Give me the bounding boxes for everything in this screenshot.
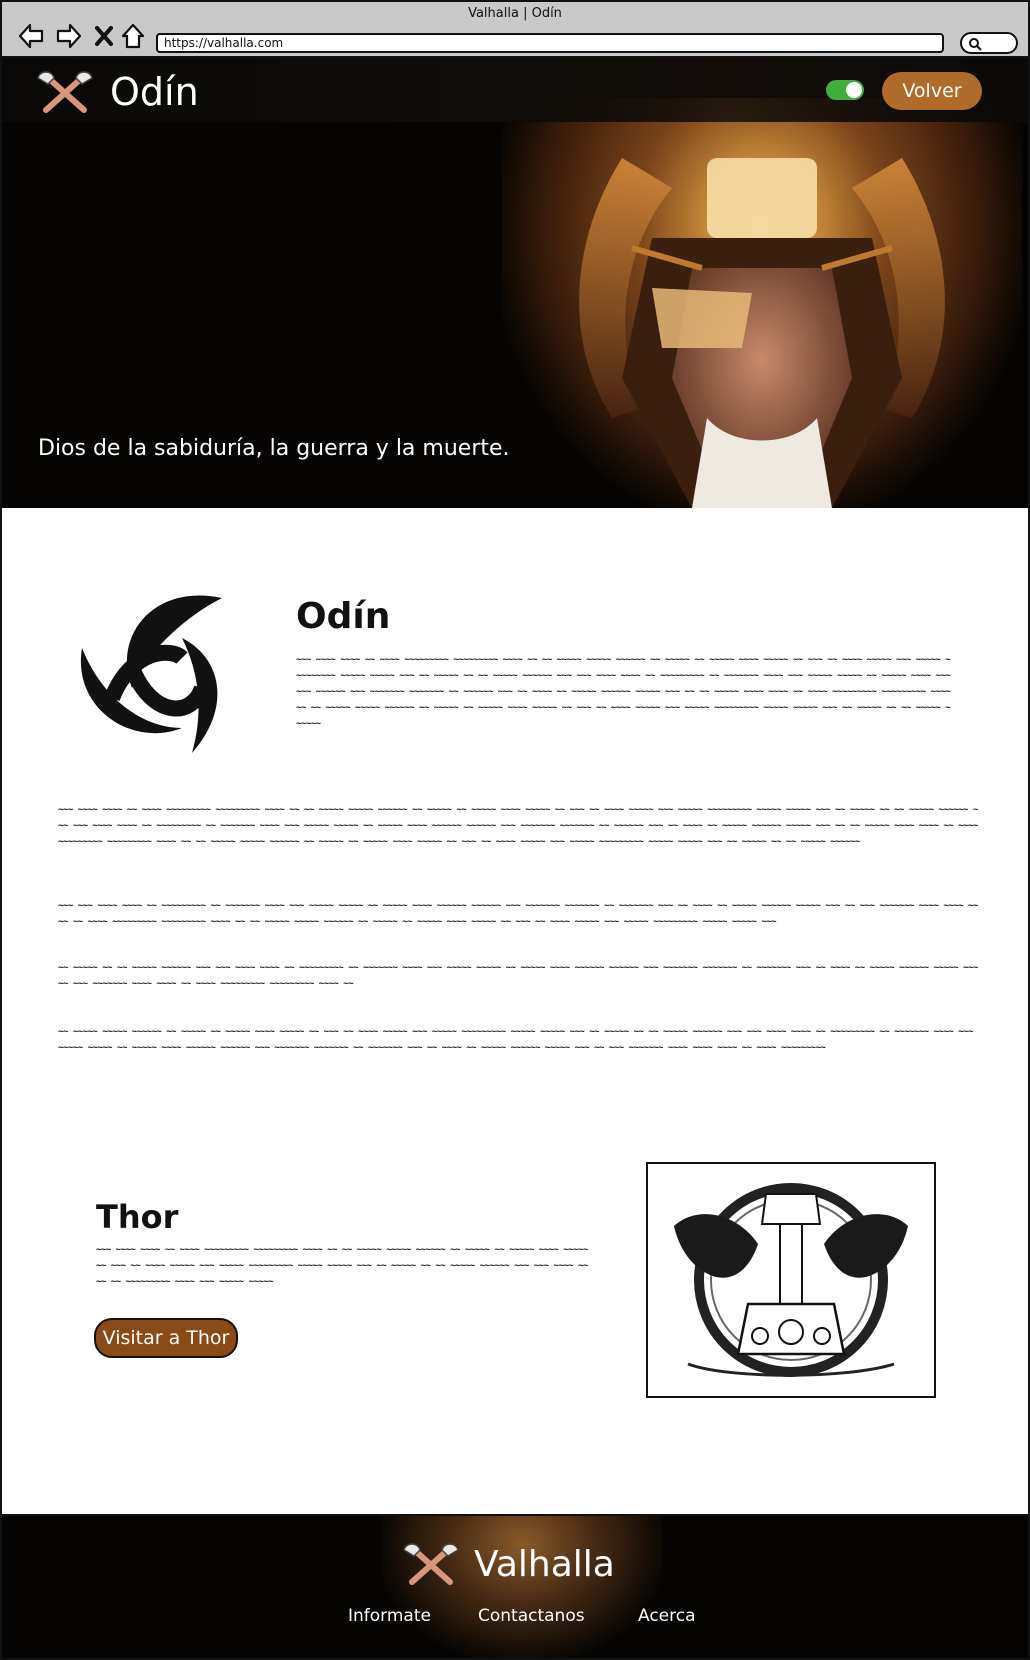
back-arrow-icon[interactable] xyxy=(18,22,46,50)
footer: Valhalla Informate Contactanos Acerca xyxy=(0,1516,1030,1660)
intro-paragraph: ~~~ ~~~~ ~~~~ ~~ ~~~~ ~~~~~~~~~ ~~~~~~~~… xyxy=(296,655,951,729)
url-bar[interactable]: https://valhalla.com xyxy=(156,33,944,53)
browser-search-field[interactable] xyxy=(960,32,1018,54)
triquetra-icon xyxy=(80,595,222,753)
footer-glow xyxy=(382,1516,662,1658)
body-paragraph-4: ~~ ~~~~~ ~~~~~ ~~~~~~ ~~ ~~~~~ ~~ ~~~~~ … xyxy=(58,1027,973,1053)
top-nav-bar: Odín Volver xyxy=(2,58,1028,122)
footer-brand: Valhalla xyxy=(474,1544,615,1585)
body-paragraph-3: ~~ ~~~~~ ~~ ~~ ~~~~~ ~~~~~~ ~~~ ~~~ ~~~~… xyxy=(58,963,978,989)
feature-title: Thor xyxy=(96,1198,179,1236)
browser-chrome: Valhalla | Odín https://valhalla.com xyxy=(0,0,1030,58)
mjolnir-ravens-image xyxy=(674,1183,908,1377)
home-icon[interactable] xyxy=(120,22,148,50)
footer-link-informate[interactable]: Informate xyxy=(348,1606,431,1626)
theme-toggle[interactable] xyxy=(826,80,864,100)
body-paragraph-2: ~~~ ~~~ ~~~~ ~~~~ ~~ ~~~~~~~~~ ~~ ~~~~~~… xyxy=(58,901,978,927)
crossed-axes-icon xyxy=(403,1543,459,1585)
search-icon xyxy=(969,38,982,51)
footer-link-contactanos[interactable]: Contactanos xyxy=(478,1606,585,1626)
visit-thor-button[interactable]: Visitar a Thor xyxy=(94,1318,238,1358)
forward-arrow-icon[interactable] xyxy=(54,22,82,50)
close-icon[interactable] xyxy=(92,22,120,50)
body-paragraph-1: ~~~ ~~~~ ~~~~ ~~ ~~~~ ~~~~~~~~~ ~~~~~~~~… xyxy=(58,805,978,847)
window-title: Valhalla | Odín xyxy=(468,6,562,21)
page-title: Odín xyxy=(110,70,199,114)
back-button[interactable]: Volver xyxy=(882,72,982,110)
thor-image-frame xyxy=(646,1162,936,1398)
hero-tagline: Dios de la sabiduría, la guerra y la mue… xyxy=(38,436,510,461)
toggle-knob xyxy=(846,82,862,98)
feature-text: ~~~ ~~~~ ~~~~ ~~ ~~~~ ~~~~~~~~~ ~~~~~~~~… xyxy=(96,1245,588,1287)
footer-link-acerca[interactable]: Acerca xyxy=(638,1606,696,1626)
crossed-axes-icon xyxy=(37,71,93,113)
odin-helmet-image xyxy=(579,158,945,508)
hero-banner: Odín Volver Dios de la sabiduría, la gue… xyxy=(0,58,1030,508)
main-title: Odín xyxy=(296,596,391,637)
